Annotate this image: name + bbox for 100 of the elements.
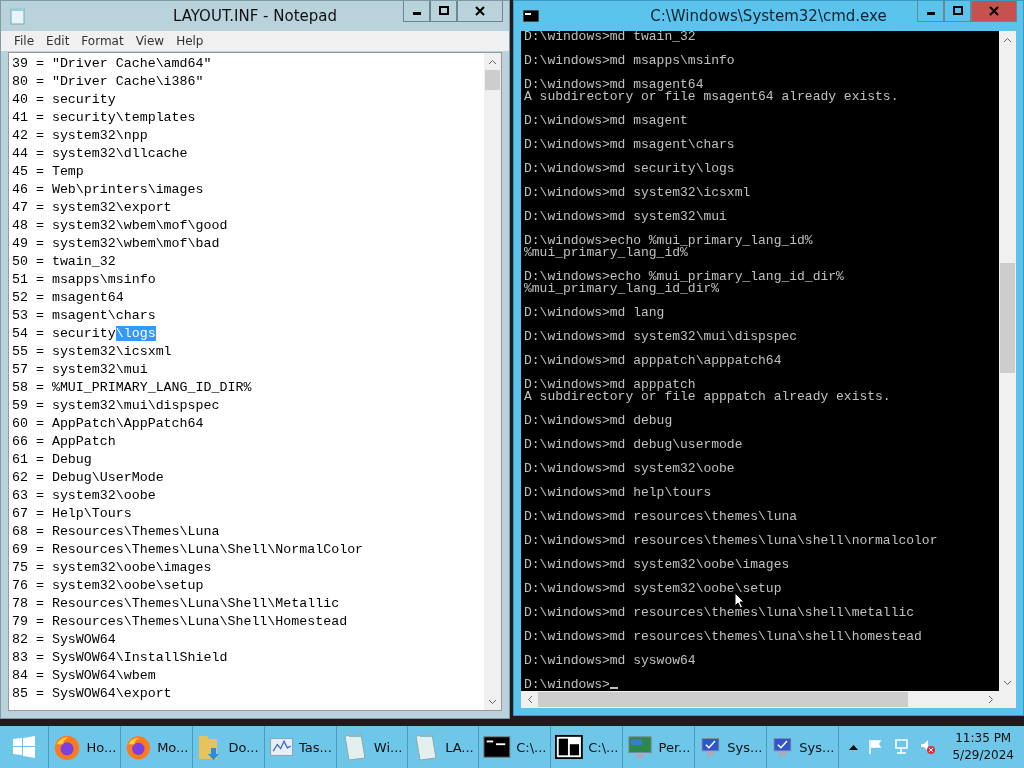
window-title: LAYOUT.INF - Notepad	[173, 7, 337, 25]
maximize-button[interactable]	[430, 1, 457, 22]
monitor-icon	[627, 733, 654, 761]
maximize-icon	[952, 6, 963, 16]
command-line: D:\windows>md debug	[524, 415, 674, 427]
text-line: 50 = twain_32	[12, 253, 117, 271]
text-line: 82 = SysWOW64	[12, 631, 117, 649]
scrollbar-thumb[interactable]	[1000, 263, 1015, 373]
command-line: D:\windows>md msagent\chars	[524, 139, 736, 151]
show-hidden-icons-icon[interactable]	[849, 744, 859, 750]
command-line: D:\windows>md system32\oobe\setup	[524, 583, 783, 595]
command-line: D:\windows>md system32\oobe	[524, 463, 736, 475]
command-line: D:\windows>md resources\themes\luna\shell\normalcolor	[524, 535, 939, 547]
vertical-scrollbar[interactable]	[484, 53, 501, 710]
text-line: 69 = Resources\Themes\Luna\Shell\NormalColor	[12, 541, 365, 559]
scroll-left-icon[interactable]	[526, 695, 533, 704]
text-line: 78 = Resources\Themes\Luna\Shell\Metallic	[12, 595, 341, 613]
scroll-up-icon[interactable]	[1003, 36, 1012, 43]
close-button[interactable]	[971, 1, 1017, 22]
minimize-button[interactable]	[403, 1, 430, 22]
taskbar-button[interactable]: Wi...	[336, 726, 409, 768]
close-button[interactable]	[457, 1, 503, 22]
command-output: A subdirectory or file msagent64 already exists.	[524, 91, 900, 103]
windows-logo-icon	[13, 736, 36, 758]
taskbar-button[interactable]: Sys...	[767, 726, 840, 768]
notepad-icon	[10, 7, 26, 25]
menu-item[interactable]: Format	[75, 34, 130, 48]
archive-logo-icon	[555, 734, 584, 760]
selected-text: \logs	[115, 326, 156, 341]
taskbar-button[interactable]: C:\...	[479, 726, 552, 768]
text-line: 85 = SysWOW64\export	[12, 685, 173, 703]
scrollbar-thumb[interactable]	[485, 70, 500, 90]
taskbar-button[interactable]: LA...	[408, 726, 480, 768]
command-line: D:\windows>md resources\themes\luna	[524, 511, 799, 523]
command-line: D:\windows>md msagent	[524, 115, 689, 127]
command-line: D:\windows>md security\logs	[524, 163, 736, 175]
menu-item[interactable]: File	[8, 34, 41, 48]
text-line: 44 = system32\dllcache	[12, 145, 189, 163]
scroll-right-icon[interactable]	[987, 695, 994, 704]
taskbar-button[interactable]: Do...	[193, 726, 265, 768]
taskbar-button[interactable]: C:\...	[551, 726, 624, 768]
text-line: 49 = system32\wbem\mof\bad	[12, 235, 221, 253]
clock[interactable]: 11:35 PM 5/29/2024	[952, 730, 1014, 764]
command-line: D:\windows>md debug\usermode	[524, 439, 744, 451]
scrollbar-thumb[interactable]	[538, 692, 908, 707]
menu-item[interactable]: Edit	[40, 34, 76, 48]
minimize-button[interactable]	[917, 1, 944, 22]
text-line: 52 = msagent64	[12, 289, 125, 307]
speaker-muted-icon[interactable]	[920, 739, 937, 755]
text-line: 61 = Debug	[12, 451, 93, 469]
text-line: 42 = system32\npp	[12, 127, 149, 145]
taskbar-button[interactable]: Per...	[623, 726, 696, 768]
command-line: D:\windows>md system32\mui\dispspec	[524, 331, 799, 343]
taskbar-button[interactable]: Sys...	[695, 726, 768, 768]
text-line: 67 = Help\Tours	[12, 505, 133, 523]
text-line: 63 = system32\oobe	[12, 487, 157, 505]
command-line: D:\windows>md apppatch	[524, 379, 697, 391]
text-line: 75 = system32\oobe\images	[12, 559, 213, 577]
command-line: D:\windows>echo %mui_primary_lang_id_dir%	[524, 271, 845, 283]
command-line: D:\windows>md apppatch\apppatch64	[524, 355, 783, 367]
scroll-up-icon[interactable]	[488, 58, 497, 65]
text-line: 59 = system32\mui\dispspec	[12, 397, 221, 415]
text-line: 46 = Web\printers\images	[12, 181, 205, 199]
vertical-scrollbar[interactable]	[999, 31, 1016, 691]
command-line: D:\windows>md lang	[524, 307, 666, 319]
close-icon	[475, 6, 485, 16]
maximize-icon	[438, 6, 449, 16]
text-line: 62 = Debug\UserMode	[12, 469, 165, 487]
console-icon	[523, 10, 539, 22]
text-line: 39 = "Driver Cache\amd64"	[12, 55, 213, 73]
text-line: 58 = %MUI_PRIMARY_LANG_ID_DIR%	[12, 379, 253, 397]
command-line: D:\windows>echo %mui_primary_lang_id%	[524, 235, 814, 247]
taskbar-button[interactable]: Ho...	[49, 726, 122, 768]
text-line: 57 = system32\mui	[12, 361, 149, 379]
command-line: D:\windows>md msapps\msinfo	[524, 55, 736, 67]
window-title: C:\Windows\System32\cmd.exe	[650, 7, 887, 25]
command-line: D:\windows>md resources\themes\luna\shell\homestead	[524, 631, 923, 643]
text-line: 68 = Resources\Themes\Luna	[12, 523, 221, 541]
text-cursor	[609, 687, 618, 689]
text-line: 55 = system32\icsxml	[12, 343, 173, 361]
menu-item[interactable]: View	[129, 34, 171, 48]
command-output: A subdirectory or file apppatch already exists.	[524, 391, 892, 403]
text-line: 80 = "Driver Cache\i386"	[12, 73, 205, 91]
command-line: D:\windows>md system32\icsxml	[524, 187, 752, 199]
text-line: 41 = security\templates	[12, 109, 197, 127]
horizontal-scrollbar[interactable]	[521, 691, 1016, 708]
text-line: 76 = system32\oobe\setup	[12, 577, 205, 595]
command-line: D:\windows>	[524, 679, 999, 691]
command-line: D:\windows>md resources\themes\luna\shell\metallic	[524, 607, 916, 619]
text-line: 84 = SysWOW64\wbem	[12, 667, 157, 685]
text-line: 45 = Temp	[12, 163, 85, 181]
command-line: D:\windows>md syswow64	[524, 655, 697, 667]
taskbar-button[interactable]: Mo...	[121, 726, 194, 768]
command-output: %mui_primary_lang_id%	[524, 247, 688, 259]
scroll-down-icon[interactable]	[488, 698, 497, 705]
menu-item[interactable]: Help	[170, 34, 210, 48]
scroll-down-icon[interactable]	[1003, 679, 1012, 686]
taskbar-button[interactable]: Tas...	[264, 726, 337, 768]
text-line: 83 = SysWOW64\InstallShield	[12, 649, 229, 667]
text-line: 79 = Resources\Themes\Luna\Shell\Homestead	[12, 613, 349, 631]
